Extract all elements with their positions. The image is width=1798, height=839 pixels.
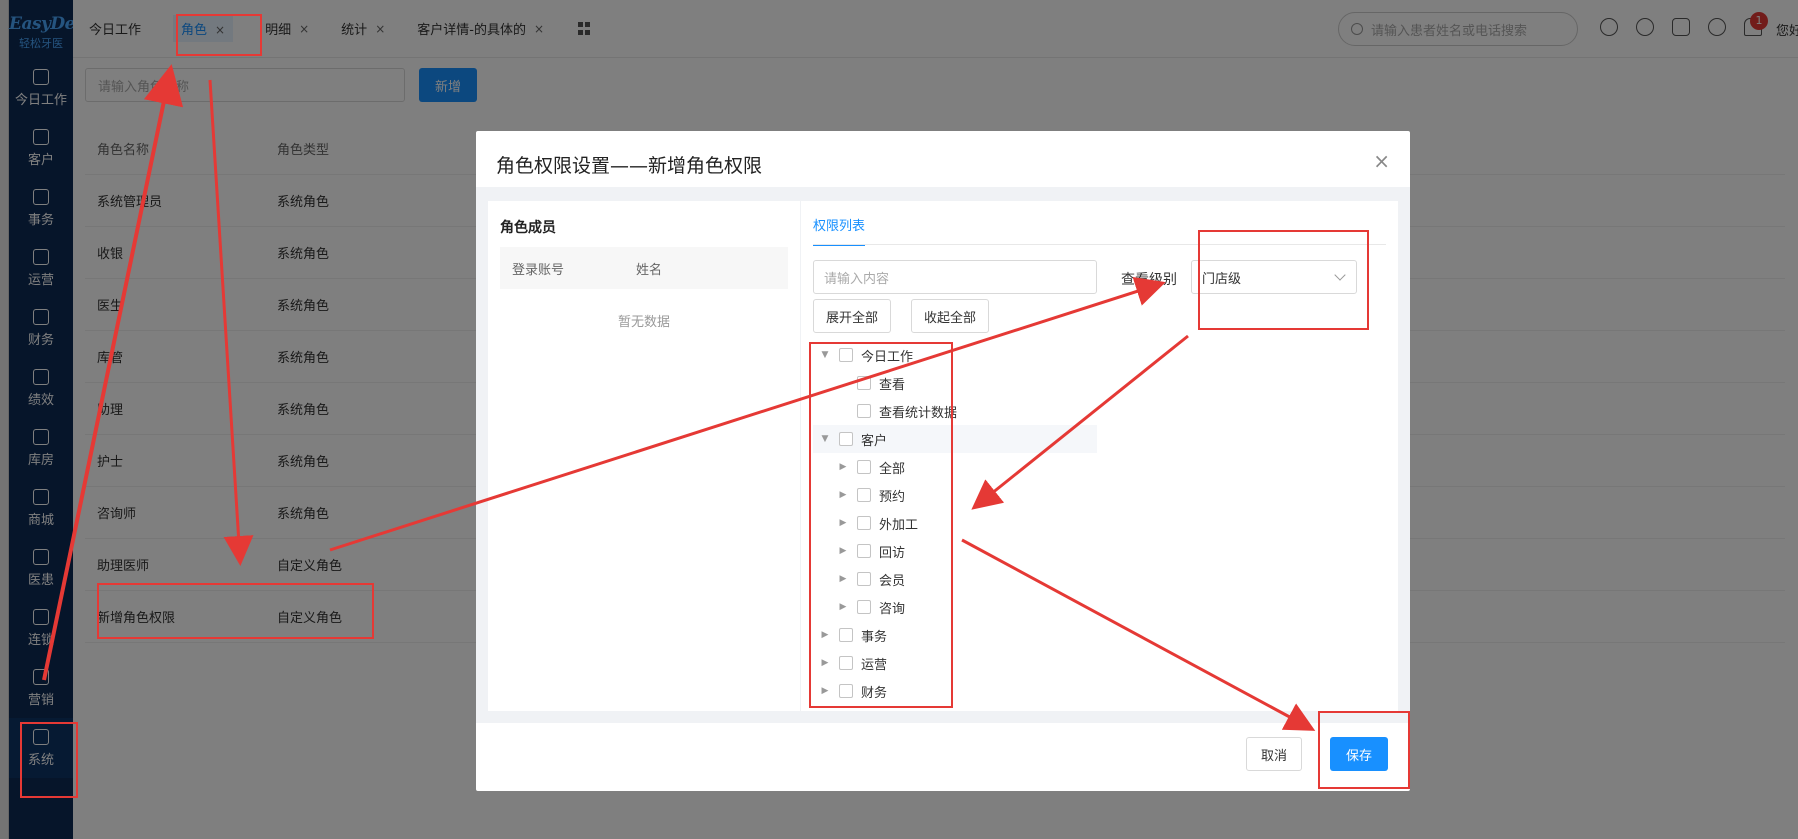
arrow-system-to-role-tab (42, 64, 184, 681)
arrow-role-tab-to-row (208, 79, 254, 566)
arrow-row-to-level (329, 277, 1166, 552)
arrow-tree-to-save (961, 538, 1316, 731)
annotation-arrows (42, 64, 1316, 731)
arrow-level-to-tree (971, 334, 1189, 510)
